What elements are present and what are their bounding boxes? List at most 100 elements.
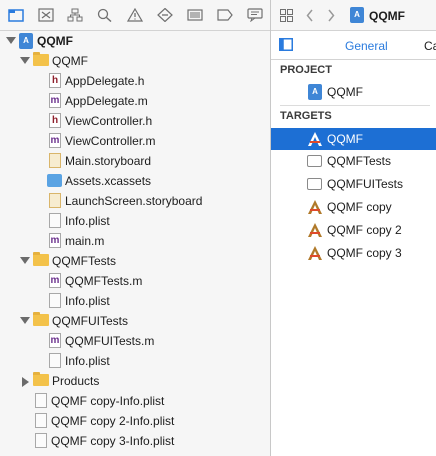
app-target-icon bbox=[308, 200, 322, 214]
group-row-products[interactable]: Products bbox=[0, 371, 270, 391]
implementation-file-icon: m bbox=[49, 273, 61, 288]
file-row[interactable]: Info.plist bbox=[0, 291, 270, 311]
file-row[interactable]: Info.plist bbox=[0, 211, 270, 231]
file-row[interactable]: m ViewController.m bbox=[0, 131, 270, 151]
folder-icon bbox=[33, 312, 49, 326]
grid-icon[interactable] bbox=[280, 9, 293, 22]
file-label: Info.plist bbox=[65, 294, 110, 308]
debug-list-icon[interactable] bbox=[187, 8, 203, 22]
tab-capabilities[interactable]: Ca bbox=[424, 39, 436, 53]
breadcrumb[interactable]: QQMF bbox=[369, 9, 405, 23]
file-label: LaunchScreen.storyboard bbox=[65, 194, 203, 208]
target-label: QQMF copy bbox=[327, 200, 392, 214]
xcode-project-icon: A bbox=[350, 7, 364, 23]
project-item-label: QQMF bbox=[327, 85, 363, 99]
file-label: Main.storyboard bbox=[65, 154, 152, 168]
target-row[interactable]: QQMF copy bbox=[271, 196, 436, 218]
editor-jump-bar: A QQMF bbox=[271, 0, 436, 31]
folder-navigator-icon[interactable] bbox=[8, 8, 24, 22]
report-bubble-icon[interactable] bbox=[247, 8, 263, 22]
disclosure-down-icon[interactable] bbox=[20, 57, 30, 64]
file-row[interactable]: h ViewController.h bbox=[0, 111, 270, 131]
ui-test-bundle-icon bbox=[307, 178, 322, 190]
editor-tabs: General Ca bbox=[271, 31, 436, 60]
file-row[interactable]: m main.m bbox=[0, 231, 270, 251]
file-label: QQMFUITests.m bbox=[65, 334, 155, 348]
disclosure-down-icon[interactable] bbox=[20, 257, 30, 264]
file-row[interactable]: m AppDelegate.m bbox=[0, 91, 270, 111]
group-row-uitests[interactable]: QQMFUITests bbox=[0, 311, 270, 331]
file-row[interactable]: Assets.xcassets bbox=[0, 171, 270, 191]
file-row[interactable]: QQMF copy-Info.plist bbox=[0, 391, 270, 411]
sidebar-toggle-icon[interactable] bbox=[279, 38, 293, 51]
header-file-icon: h bbox=[49, 113, 61, 128]
target-row[interactable]: QQMF copy 3 bbox=[271, 242, 436, 264]
folder-icon bbox=[33, 52, 49, 66]
group-label: QQMF bbox=[52, 54, 88, 68]
project-root-label: QQMF bbox=[37, 34, 73, 48]
target-row[interactable]: QQMF copy 2 bbox=[271, 219, 436, 241]
target-label: QQMF bbox=[327, 132, 363, 146]
symbol-navigator-icon[interactable] bbox=[67, 8, 83, 22]
disclosure-down-icon[interactable] bbox=[6, 37, 16, 44]
targets-heading: TARGETS bbox=[280, 110, 332, 122]
plist-file-icon bbox=[49, 353, 61, 368]
file-row[interactable]: LaunchScreen.storyboard bbox=[0, 191, 270, 211]
project-navigator: A QQMF QQMF h AppDelegate.h m AppDelegat… bbox=[0, 0, 270, 456]
implementation-file-icon: m bbox=[49, 93, 61, 108]
tab-general[interactable]: General bbox=[345, 39, 388, 53]
folder-icon bbox=[33, 252, 49, 266]
target-label: QQMF copy 2 bbox=[327, 223, 402, 237]
group-row-qqmf[interactable]: QQMF bbox=[0, 51, 270, 71]
file-row[interactable]: m QQMFTests.m bbox=[0, 271, 270, 291]
group-label: QQMFUITests bbox=[52, 314, 129, 328]
file-row[interactable]: Info.plist bbox=[0, 351, 270, 371]
forward-chevron-icon[interactable] bbox=[327, 9, 335, 22]
project-item-row[interactable]: A QQMF bbox=[271, 81, 436, 103]
implementation-file-icon: m bbox=[49, 133, 61, 148]
app-target-icon bbox=[308, 132, 322, 146]
target-row[interactable]: QQMFUITests bbox=[271, 173, 436, 195]
file-label: QQMF copy-Info.plist bbox=[51, 394, 165, 408]
navigator-toolbar bbox=[0, 0, 270, 31]
app-target-icon bbox=[308, 223, 322, 237]
file-row[interactable]: h AppDelegate.h bbox=[0, 71, 270, 91]
group-label: QQMFTests bbox=[52, 254, 117, 268]
group-row-tests[interactable]: QQMFTests bbox=[0, 251, 270, 271]
back-chevron-icon[interactable] bbox=[306, 9, 314, 22]
file-label: QQMFTests.m bbox=[65, 274, 143, 288]
source-control-icon[interactable] bbox=[38, 8, 54, 22]
target-row-selected[interactable]: QQMF bbox=[271, 128, 436, 150]
project-root-row[interactable]: A QQMF bbox=[0, 31, 270, 51]
file-label: AppDelegate.h bbox=[65, 74, 145, 88]
file-row[interactable]: QQMF copy 3-Info.plist bbox=[0, 431, 270, 451]
asset-catalog-icon bbox=[47, 174, 62, 187]
xcode-project-icon: A bbox=[19, 33, 33, 49]
issue-warning-icon[interactable] bbox=[127, 8, 143, 22]
file-label: QQMF copy 3-Info.plist bbox=[51, 434, 175, 448]
implementation-file-icon: m bbox=[49, 233, 61, 248]
implementation-file-icon: m bbox=[49, 333, 61, 348]
file-row[interactable]: m QQMFUITests.m bbox=[0, 331, 270, 351]
file-row[interactable]: Main.storyboard bbox=[0, 151, 270, 171]
disclosure-down-icon[interactable] bbox=[20, 317, 30, 324]
disclosure-right-icon[interactable] bbox=[22, 377, 29, 387]
group-label: Products bbox=[52, 374, 100, 388]
section-separator bbox=[280, 105, 430, 106]
test-diamond-icon[interactable] bbox=[157, 8, 173, 22]
storyboard-icon bbox=[49, 193, 61, 208]
folder-icon bbox=[33, 372, 49, 386]
file-label: QQMF copy 2-Info.plist bbox=[51, 414, 175, 428]
search-icon[interactable] bbox=[97, 8, 113, 22]
file-row[interactable]: QQMF copy 2-Info.plist bbox=[0, 411, 270, 431]
plist-file-icon bbox=[49, 213, 61, 228]
storyboard-icon bbox=[49, 153, 61, 168]
target-label: QQMFTests bbox=[327, 154, 392, 168]
plist-file-icon bbox=[49, 293, 61, 308]
target-label: QQMF copy 3 bbox=[327, 246, 402, 260]
target-row[interactable]: QQMFTests bbox=[271, 150, 436, 172]
target-label: QQMFUITests bbox=[327, 177, 404, 191]
plist-file-icon bbox=[35, 433, 47, 448]
breakpoint-tag-icon[interactable] bbox=[217, 8, 233, 22]
file-label: ViewController.h bbox=[65, 114, 153, 128]
